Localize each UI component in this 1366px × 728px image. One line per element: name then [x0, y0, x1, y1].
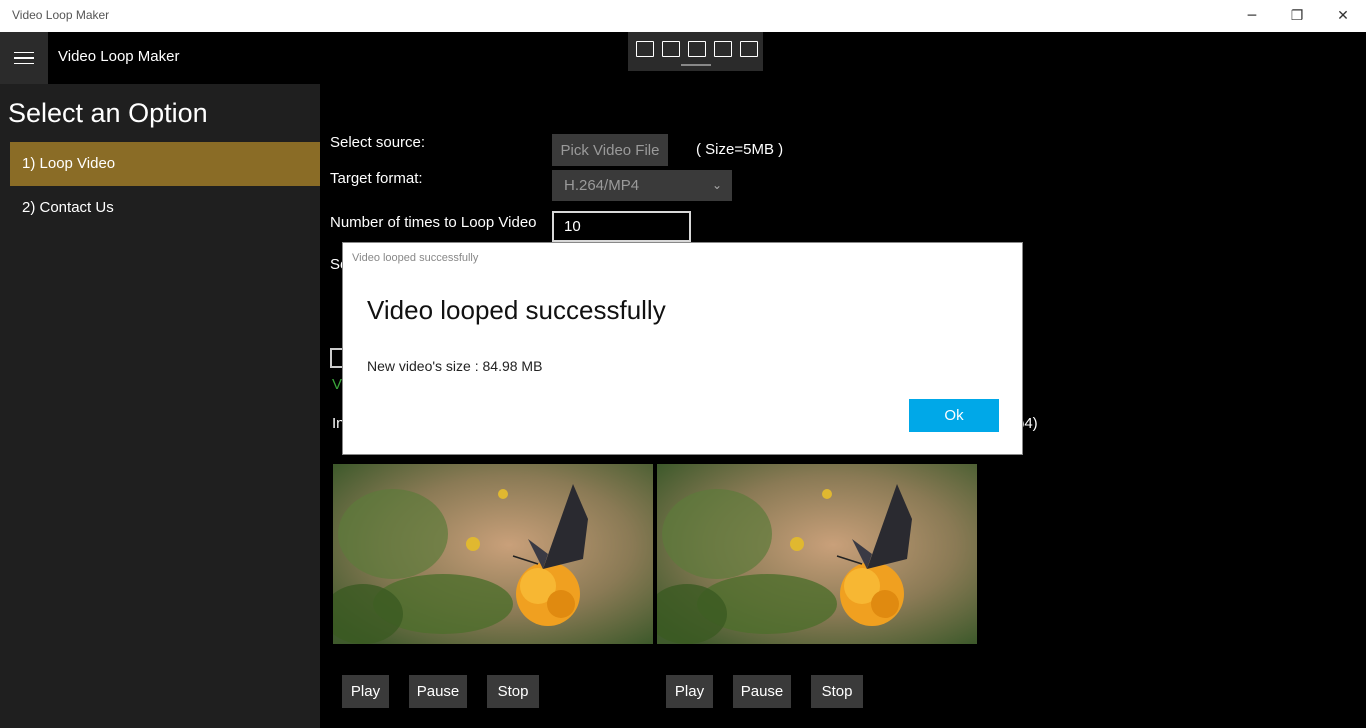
close-button[interactable]: ✕ [1320, 0, 1366, 32]
debug-toolbar [628, 32, 763, 71]
success-dialog: Video looped successfully Video looped s… [342, 242, 1023, 455]
select-source-label: Select source: [330, 134, 426, 151]
minimize-icon: ─ [1247, 8, 1257, 24]
input-video-preview [333, 464, 653, 644]
dialog-message: New video's size : 84.98 MB [367, 358, 543, 374]
window-titlebar: Video Loop Maker ─ ❐ ✕ [0, 0, 1366, 32]
select-element-icon[interactable] [662, 41, 680, 57]
hamburger-line [14, 62, 34, 65]
status-text: V [332, 376, 343, 393]
hot-reload-icon[interactable] [740, 41, 758, 57]
pick-video-file-button[interactable]: Pick Video File [552, 134, 668, 166]
track-focus-icon[interactable] [714, 41, 732, 57]
input-play-button[interactable]: Play [342, 675, 389, 708]
input-stop-button[interactable]: Stop [487, 675, 539, 708]
target-format-value: H.264/MP4 [564, 177, 640, 194]
sidebar-item-contact-us[interactable]: 2) Contact Us [10, 186, 320, 230]
visual-tree-icon[interactable] [636, 41, 654, 57]
sidebar-item-loop-video[interactable]: 1) Loop Video [10, 142, 320, 186]
dialog-heading: Video looped successfully [367, 295, 666, 325]
dialog-window-title: Video looped successfully [352, 252, 479, 264]
source-size-label: ( Size=5MB ) [696, 141, 784, 158]
maximize-button[interactable]: ❐ [1274, 0, 1320, 32]
window-title: Video Loop Maker [12, 8, 110, 22]
chevron-down-icon: ⌄ [711, 178, 722, 192]
sidebar-heading: Select an Option [8, 98, 208, 128]
close-icon: ✕ [1337, 8, 1349, 24]
hamburger-menu-button[interactable] [0, 32, 48, 84]
input-pause-button[interactable]: Pause [409, 675, 467, 708]
sidebar: Select an Option 1) Loop Video 2) Contac… [0, 84, 320, 728]
hamburger-line [14, 57, 34, 59]
app-title: Video Loop Maker [58, 48, 180, 65]
output-pause-button[interactable]: Pause [733, 675, 791, 708]
toolbar-grip-handle[interactable] [681, 64, 711, 66]
minimize-button[interactable]: ─ [1229, 0, 1275, 32]
loop-count-input[interactable]: 10 [552, 211, 691, 242]
output-stop-button[interactable]: Stop [811, 675, 863, 708]
restore-icon: ❐ [1290, 8, 1304, 24]
target-format-label: Target format: [330, 170, 423, 187]
loop-count-label: Number of times to Loop Video [330, 214, 537, 231]
display-layout-adorners-icon[interactable] [688, 41, 706, 57]
ok-button[interactable]: Ok [909, 399, 999, 432]
target-format-select[interactable]: H.264/MP4 ⌄ [552, 170, 732, 201]
output-video-preview [657, 464, 977, 644]
hamburger-line [14, 51, 34, 54]
output-play-button[interactable]: Play [666, 675, 713, 708]
